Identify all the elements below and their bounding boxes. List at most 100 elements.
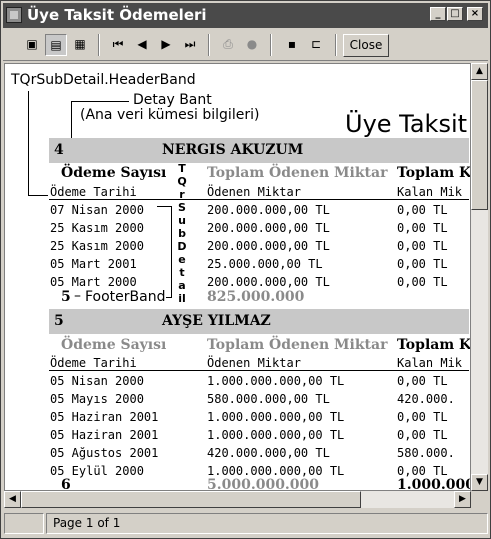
row-date: 05 Mart 2001: [50, 257, 137, 271]
row-remaining: 580.000.: [397, 446, 455, 460]
row-remaining: 420.000.: [397, 392, 455, 406]
zoom-to-width-icon[interactable]: ▦: [69, 34, 91, 56]
toolbar-separator: [270, 34, 272, 56]
detay-bant-annotation: Detay Bant: [133, 92, 212, 108]
page-indicator: Page 1 of 1: [46, 513, 488, 534]
row-paid: 420.000.000,00 TL: [207, 446, 330, 460]
scrollbar-corner: [471, 491, 488, 508]
scroll-right-icon[interactable]: ▶: [454, 491, 471, 508]
row-date: 05 Mart 2000: [50, 275, 137, 289]
report-title: Üye Taksit Ö: [345, 110, 470, 138]
footer-count: 6: [61, 477, 71, 491]
horizontal-scroll-thumb[interactable]: [21, 491, 361, 508]
last-page-icon[interactable]: ⏭: [179, 34, 201, 56]
title-bar[interactable]: Üye Taksit Ödemeleri _ □ ×: [3, 3, 488, 28]
toolbar-separator: [208, 34, 210, 56]
scroll-up-icon[interactable]: ▲: [471, 63, 488, 80]
first-page-icon[interactable]: ⏮: [107, 34, 129, 56]
sub-header-rule: [49, 199, 469, 200]
row-date: 05 Haziran 2001: [50, 428, 159, 442]
row-remaining: 0,00 TL: [397, 239, 448, 253]
sub-header-paid: Ödenen Miktar: [207, 356, 301, 370]
scroll-down-icon[interactable]: ▼: [471, 474, 488, 491]
row-paid: 1.000.000.000,00 TL: [207, 428, 345, 442]
row-remaining: 0,00 TL: [397, 275, 448, 289]
header-band-connector: [28, 195, 48, 196]
col-header-total-paid: Toplam Ödenen Miktar: [207, 337, 388, 353]
footer-count: 5: [61, 289, 71, 305]
close-button[interactable]: Close: [343, 34, 389, 57]
minimize-button[interactable]: _: [430, 7, 446, 21]
scroll-left-icon[interactable]: ◀: [4, 491, 21, 508]
window-title: Üye Taksit Ödemeleri: [27, 6, 207, 24]
row-date: 05 Eylül 2000: [50, 464, 144, 478]
col-header-total-remaining: Toplam K: [397, 337, 471, 353]
footer-band-annotation: FooterBand: [85, 289, 166, 305]
header-band-connector: [28, 91, 29, 195]
vertical-scrollbar[interactable]: ▲ ▼: [471, 63, 488, 491]
row-date: 25 Kasım 2000: [50, 239, 144, 253]
report-preview[interactable]: TQrSubDetail.HeaderBand Detay Bant (Ana …: [4, 63, 471, 491]
row-paid: 1.000.000.000,00 TL: [207, 464, 345, 478]
vertical-scroll-thumb[interactable]: [471, 80, 488, 210]
status-cell-empty: [4, 513, 44, 534]
preview-window: Üye Taksit Ödemeleri _ □ × ▣ ▤ ▦ ⏮ ◀ ▶ ⏭…: [0, 0, 491, 539]
row-paid: 200.000.000,00 TL: [207, 203, 330, 217]
sub-header-remaining: Kalan Mik: [397, 185, 463, 199]
row-date: 25 Kasım 2000: [50, 221, 144, 235]
footer-band-dash: –: [74, 288, 81, 304]
detay-bant-subtitle: (Ana veri kümesi bilgileri): [80, 107, 260, 123]
header-band-annotation: TQrSubDetail.HeaderBand: [11, 72, 196, 88]
row-remaining: 0,00 TL: [397, 221, 448, 235]
horizontal-scrollbar[interactable]: ◀ ▶: [4, 491, 471, 508]
zoom-100-icon[interactable]: ▤: [45, 34, 67, 56]
sub-header-paid: Ödenen Miktar: [207, 185, 301, 199]
row-remaining: 0,00 TL: [397, 464, 448, 478]
zoom-to-fit-icon[interactable]: ▣: [21, 34, 43, 56]
row-remaining: 0,00 TL: [397, 410, 448, 424]
toolbar-separator: [335, 34, 337, 56]
row-paid: 1.000.000.000,00 TL: [207, 374, 345, 388]
footer-total: 5.000.000.000: [207, 477, 320, 491]
prev-page-icon[interactable]: ◀: [131, 34, 153, 56]
row-date: 07 Nisan 2000: [50, 203, 144, 217]
row-date: 05 Haziran 2001: [50, 410, 159, 424]
close-window-button[interactable]: ×: [467, 7, 483, 21]
footer-remaining: 1.000.000.: [397, 477, 470, 491]
status-bar: Page 1 of 1: [4, 513, 488, 535]
group-number: 5: [54, 313, 64, 329]
group-name: AYŞE YILMAZ: [162, 313, 271, 329]
printer-setup-icon[interactable]: ⎙: [217, 34, 239, 56]
group-number: 4: [54, 142, 64, 158]
row-remaining: 0,00 TL: [397, 374, 448, 388]
sub-header-remaining: Kalan Mik: [397, 356, 463, 370]
row-date: 05 Ağustos 2001: [50, 446, 159, 460]
col-header-payment-count: Ödeme Sayısı: [61, 165, 167, 181]
footer-total: 825.000.000: [207, 289, 305, 305]
row-remaining: 0,00 TL: [397, 428, 448, 442]
group-name: NERGIS AKUZUM: [162, 142, 304, 158]
sub-header-payment-date: Ödeme Tarihi: [50, 185, 137, 199]
row-paid: 200.000.000,00 TL: [207, 221, 330, 235]
row-paid: 1.000.000.000,00 TL: [207, 410, 345, 424]
open-icon[interactable]: ⊏: [305, 34, 327, 56]
sub-header-rule: [49, 370, 469, 371]
subdetail-vertical-label: TQrSubDetail: [177, 162, 187, 305]
row-paid: 25.000.000,00 TL: [207, 257, 323, 271]
app-icon[interactable]: [6, 7, 22, 23]
sub-header-payment-date: Ödeme Tarihi: [50, 356, 137, 370]
print-icon[interactable]: ●: [241, 34, 263, 56]
next-page-icon[interactable]: ▶: [155, 34, 177, 56]
col-header-payment-count: Ödeme Sayısı: [61, 337, 167, 353]
col-header-total-paid: Toplam Ödenen Miktar: [207, 165, 388, 181]
row-remaining: 0,00 TL: [397, 203, 448, 217]
save-icon[interactable]: ▪: [281, 34, 303, 56]
subdetail-bracket-tick: [157, 206, 167, 207]
row-date: 05 Nisan 2000: [50, 374, 144, 388]
row-date: 05 Mayıs 2000: [50, 392, 144, 406]
subdetail-bracket: [166, 206, 172, 298]
maximize-button[interactable]: □: [447, 7, 463, 21]
col-header-total-remaining: Toplam K: [397, 165, 471, 181]
row-paid: 200.000.000,00 TL: [207, 239, 330, 253]
row-remaining: 0,00 TL: [397, 257, 448, 271]
